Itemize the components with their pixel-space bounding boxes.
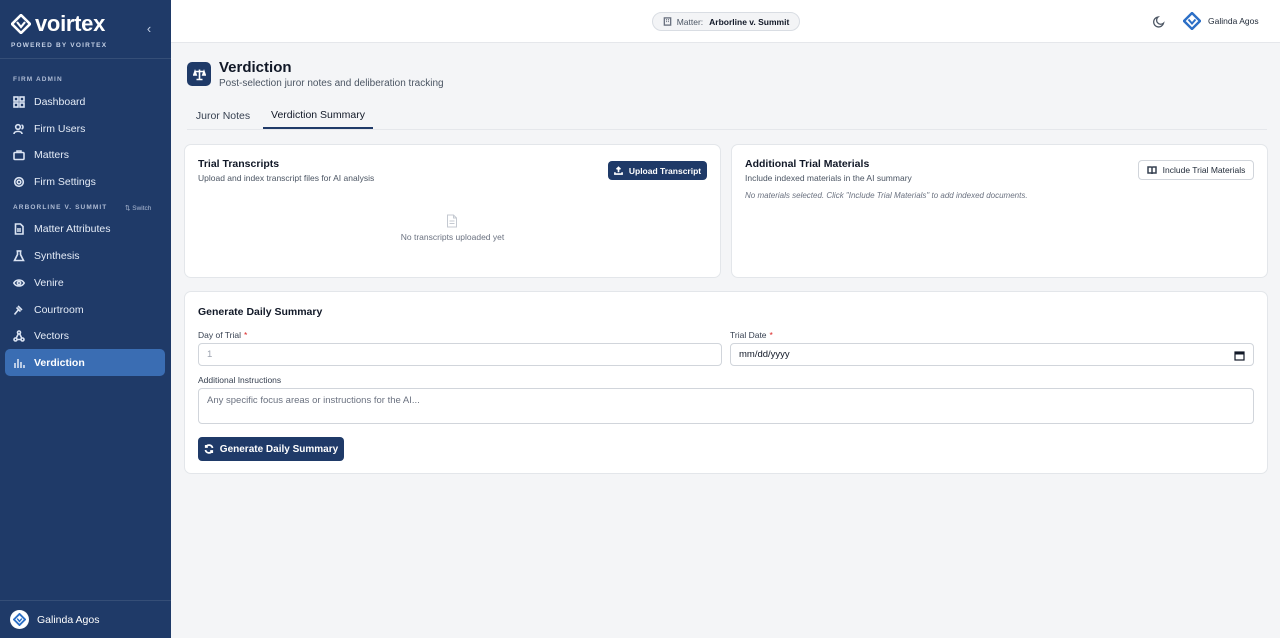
matter-name: Arborline v. Summit	[709, 16, 790, 27]
generate-summary-card	[184, 291, 1268, 474]
sidebar-user-profile[interactable]: Galinda Agos	[10, 610, 99, 629]
page-title: Verdiction	[219, 59, 292, 76]
bar-chart-icon	[14, 358, 25, 368]
users-icon	[13, 123, 24, 134]
trial-date-label-text: Trial Date	[730, 330, 767, 340]
user-logo-icon	[1183, 12, 1201, 30]
gear-icon	[13, 176, 25, 187]
required-mark: *	[244, 330, 248, 340]
collapse-sidebar-icon[interactable]: ‹	[142, 21, 156, 37]
sidebar-item-matters[interactable]: Matters	[5, 141, 165, 168]
sidebar-item-label: Matters	[34, 148, 70, 161]
upload-transcript-label: Upload Transcript	[628, 165, 702, 176]
generate-daily-summary-label: Generate Daily Summary	[219, 443, 339, 455]
document-icon	[14, 222, 24, 235]
day-of-trial-placeholder: 1	[207, 349, 213, 360]
transcripts-empty-text: No transcripts uploaded yet	[400, 232, 505, 242]
divider	[0, 600, 171, 601]
brand-tagline: POWERED BY VOIRTEX	[11, 42, 108, 49]
trial-materials-subtitle: Include indexed materials in the AI summ…	[745, 173, 912, 183]
sidebar-item-label: Verdiction	[34, 356, 85, 369]
eye-icon	[13, 278, 25, 287]
brand-logo[interactable]: voirtex	[11, 11, 106, 36]
sidebar-item-firm-settings[interactable]: Firm Settings	[5, 168, 165, 195]
sidebar-item-label: Venire	[34, 276, 64, 289]
page-icon	[187, 62, 211, 86]
sidebar-item-matter-attributes[interactable]: Matter Attributes	[5, 215, 165, 242]
avatar	[10, 610, 29, 629]
calendar-icon[interactable]	[1234, 350, 1245, 361]
sidebar-item-label: Firm Users	[34, 122, 86, 135]
sidebar-item-venire[interactable]: Venire	[5, 269, 165, 296]
trial-transcripts-subtitle: Upload and index transcript files for AI…	[198, 173, 375, 183]
top-bar: Matter: Arborline v. Summit Galinda Agos	[171, 0, 1280, 43]
switch-matter-link[interactable]: ⇅ Switch	[125, 204, 151, 212]
briefcase-icon	[13, 149, 25, 160]
voirtex-logo-icon	[11, 14, 31, 34]
sidebar-item-label: Synthesis	[34, 249, 80, 262]
additional-instructions-label: Additional Instructions	[198, 375, 282, 385]
scrollbar[interactable]	[1273, 43, 1280, 638]
tab-verdiction-summary[interactable]: Verdiction Summary	[263, 102, 373, 129]
sidebar-item-verdiction[interactable]: Verdiction	[5, 349, 165, 376]
sidebar: voirtex POWERED BY VOIRTEX ‹ FIRM ADMIN …	[0, 0, 171, 638]
firm-section-label: FIRM ADMIN	[13, 76, 63, 83]
generate-summary-title: Generate Daily Summary	[198, 306, 323, 318]
trial-transcripts-title: Trial Transcripts	[198, 158, 280, 170]
refresh-icon	[204, 444, 214, 454]
scales-icon	[192, 68, 206, 80]
sidebar-item-courtroom[interactable]: Courtroom	[5, 296, 165, 323]
day-of-trial-input[interactable]: 1	[198, 343, 722, 366]
trial-date-value: mm/dd/yyyy	[739, 349, 790, 360]
network-icon	[13, 329, 25, 342]
matter-selector[interactable]: Matter: Arborline v. Summit	[652, 12, 800, 31]
instructions-placeholder: Any specific focus areas or instructions…	[207, 395, 420, 406]
matter-section-label: ARBORLINE V. SUMMIT	[13, 204, 108, 211]
user-logo-icon	[13, 613, 26, 626]
brand-name: voirtex	[35, 11, 106, 36]
trial-materials-title: Additional Trial Materials	[745, 158, 870, 170]
moon-icon[interactable]	[1153, 14, 1167, 28]
include-trial-materials-button[interactable]: Include Trial Materials	[1138, 160, 1254, 180]
tabs-divider	[187, 129, 1267, 130]
day-of-trial-label: Day of Trial *	[198, 330, 247, 340]
sidebar-item-vectors[interactable]: Vectors	[5, 322, 165, 349]
materials-empty-text: No materials selected. Click "Include Tr…	[745, 191, 1028, 200]
trial-date-input[interactable]: mm/dd/yyyy	[730, 343, 1254, 366]
file-icon	[447, 214, 457, 228]
sidebar-user-name: Galinda Agos	[37, 613, 100, 626]
sidebar-item-label: Firm Settings	[34, 175, 96, 188]
sidebar-item-label: Courtroom	[34, 303, 84, 316]
page-subtitle: Post-selection juror notes and deliberat…	[219, 78, 444, 89]
trial-date-label: Trial Date *	[730, 330, 773, 340]
day-of-trial-label-text: Day of Trial	[198, 330, 241, 340]
upload-transcript-button[interactable]: Upload Transcript	[608, 161, 707, 180]
tab-juror-notes[interactable]: Juror Notes	[187, 102, 259, 129]
additional-instructions-textarea[interactable]: Any specific focus areas or instructions…	[198, 388, 1254, 424]
book-open-icon	[1146, 166, 1157, 175]
upload-icon	[613, 166, 623, 175]
top-user-name: Galinda Agos	[1208, 16, 1259, 26]
divider	[0, 58, 171, 59]
sidebar-item-firm-users[interactable]: Firm Users	[5, 115, 165, 142]
generate-daily-summary-button[interactable]: Generate Daily Summary	[198, 437, 344, 461]
sidebar-item-label: Vectors	[34, 329, 70, 342]
top-user-menu[interactable]: Galinda Agos	[1183, 12, 1259, 30]
sidebar-item-label: Matter Attributes	[34, 222, 111, 235]
gavel-icon	[13, 304, 23, 315]
include-trial-materials-label: Include Trial Materials	[1162, 165, 1246, 175]
flask-icon	[13, 249, 25, 261]
sidebar-item-dashboard[interactable]: Dashboard	[5, 88, 165, 115]
required-mark: *	[769, 330, 773, 340]
matter-label: Matter:	[676, 16, 704, 27]
sidebar-item-label: Dashboard	[34, 95, 86, 108]
grid-icon	[13, 95, 25, 108]
building-icon	[663, 17, 672, 26]
sidebar-item-synthesis[interactable]: Synthesis	[5, 242, 165, 269]
